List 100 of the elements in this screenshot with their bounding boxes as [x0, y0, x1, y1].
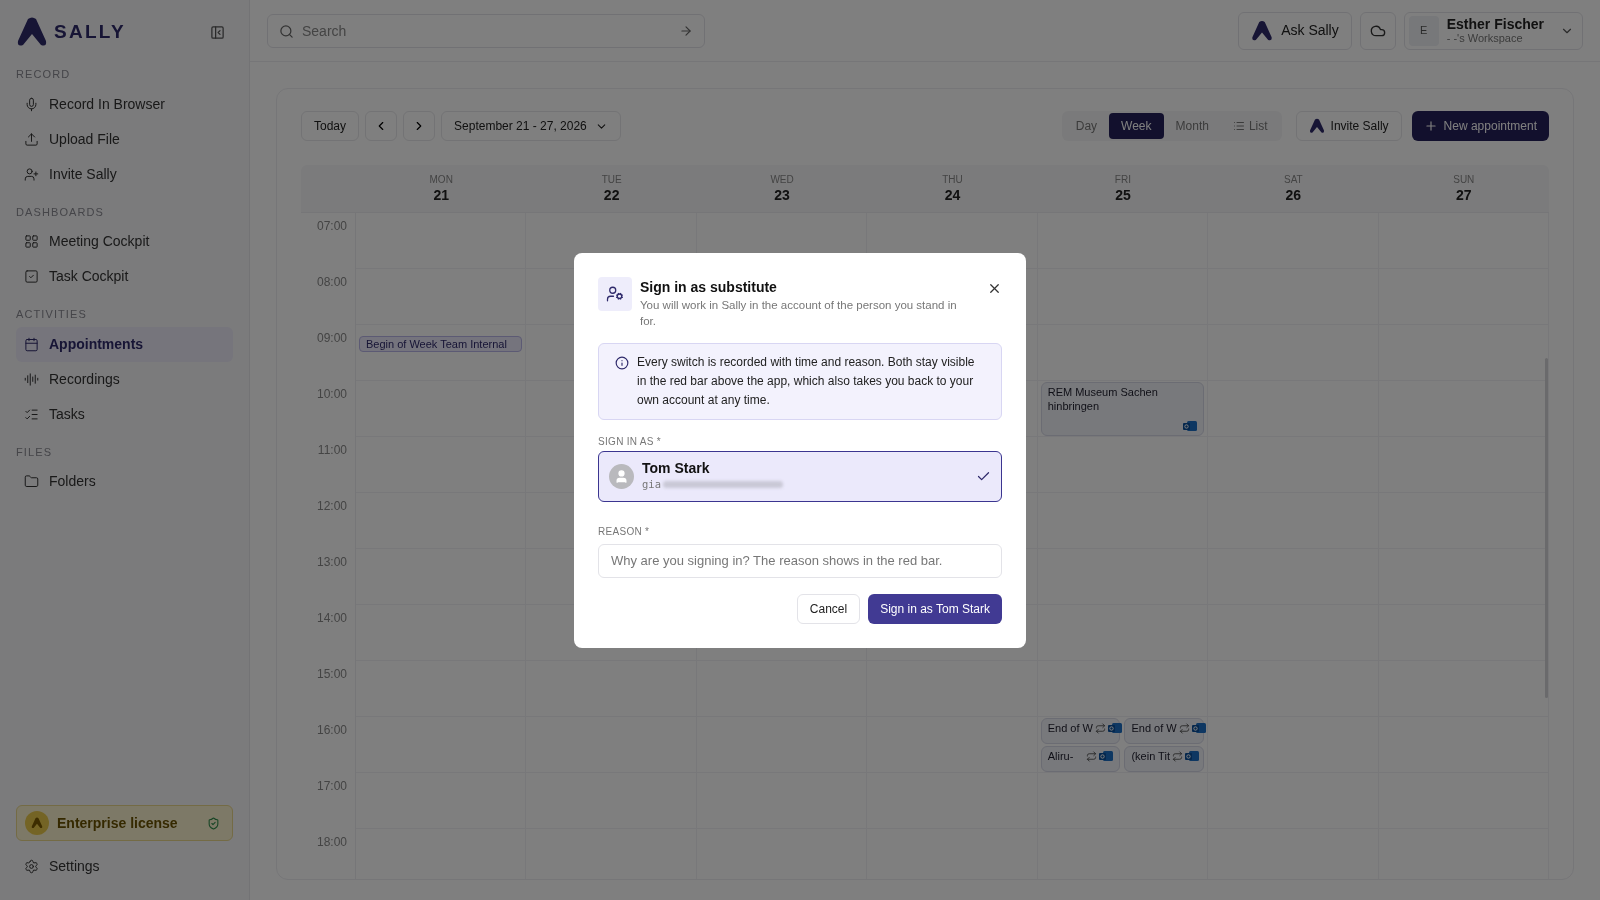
plus-icon [1423, 119, 1438, 133]
appointment-card[interactable]: End of W [1124, 718, 1205, 744]
date-number: 22 [603, 185, 620, 204]
hour-label: 14:00 [316, 610, 347, 625]
brand-name: SALLY [54, 19, 126, 44]
search-icon [279, 23, 294, 39]
folder-icon [24, 474, 39, 489]
cancel-button[interactable]: Cancel [796, 593, 861, 624]
date-number: 27 [1456, 185, 1472, 204]
sidebar-item[interactable]: Recordings [16, 361, 233, 397]
repeat-icon [1094, 722, 1106, 734]
appointment-title: End of W [1047, 721, 1093, 735]
field-label: SIGN IN AS * [598, 434, 663, 449]
appointment-title: REM Museum Sachen hinbringen [1047, 385, 1159, 413]
confirm-button[interactable]: Sign in as Tom Stark [868, 593, 1002, 624]
weekday-label: SAT [1284, 173, 1303, 186]
info-icon [615, 355, 629, 370]
person-name: Tom Stark [642, 460, 711, 476]
calendar-icon [24, 336, 39, 352]
sidebar-item[interactable]: Record In Browser [16, 86, 233, 122]
appointment-card[interactable]: Aliru- [1040, 746, 1121, 772]
mail-app-icon [1107, 722, 1122, 734]
appointment-card[interactable]: (kein Tit [1124, 746, 1205, 772]
settings-icon [24, 859, 39, 874]
cloud-button[interactable] [1359, 11, 1396, 50]
hour-label: 16:00 [316, 722, 347, 737]
field-label: REASON * [598, 524, 651, 539]
hour-label: 10:00 [316, 386, 347, 401]
sidebar-item[interactable]: Upload File [16, 121, 233, 157]
arrow-right-icon [679, 23, 693, 38]
hour-label: 07:00 [316, 218, 347, 233]
person-email: gia [642, 477, 661, 492]
weekday-label: SUN [1453, 173, 1475, 186]
hour-label: 17:00 [316, 778, 347, 793]
settings-item[interactable]: Settings [16, 849, 233, 884]
date-number: 25 [1115, 185, 1131, 204]
appointment-pill[interactable]: Begin of Week Team Internal [359, 335, 523, 352]
user-settings-icon [598, 276, 632, 311]
sidebar-item[interactable]: Invite Sally [16, 156, 233, 192]
hour-label: 12:00 [316, 498, 347, 513]
view-tab[interactable]: Month [1163, 113, 1221, 139]
date-number: 24 [944, 185, 961, 204]
upload-icon [24, 131, 39, 147]
shield-check-icon [207, 816, 220, 830]
hour-label: 09:00 [316, 330, 347, 345]
view-tab[interactable]: List [1220, 113, 1280, 139]
view-tab[interactable]: Week [1109, 113, 1164, 139]
invite-sally-button[interactable]: Invite Sally [1295, 111, 1402, 141]
date-range-dropdown[interactable]: September 21 - 27, 2026 [441, 111, 621, 141]
sidebar-item[interactable]: Appointments [16, 326, 233, 362]
date-number: 21 [433, 185, 449, 204]
license-label: Enterprise license [57, 813, 178, 833]
hour-label: 11:00 [317, 442, 347, 457]
today-button[interactable]: Today [301, 111, 360, 141]
weekday-label: THU [942, 173, 963, 186]
microphone-icon [24, 96, 39, 112]
checklist-icon [24, 406, 39, 422]
hour-label: 08:00 [316, 274, 347, 289]
collapse-sidebar-icon[interactable] [210, 24, 225, 40]
logo-icon [1251, 19, 1274, 42]
license-logo-icon [25, 811, 49, 835]
reason-field[interactable]: Why are you signing in? The reason shows in the red bar. [598, 543, 1002, 578]
view-tab[interactable]: Day [1063, 113, 1110, 139]
avatar: E [1408, 15, 1439, 46]
new-appointment-button[interactable]: New appointment [1411, 111, 1549, 141]
date-number: 23 [774, 185, 790, 204]
sidebar-item[interactable]: Task Cockpit [16, 259, 233, 294]
weekday-label: WED [770, 173, 794, 186]
appointment-title: (kein Tit [1131, 749, 1170, 763]
weekday-label: FRI [1114, 173, 1131, 186]
account-menu[interactable]: E Esther Fischer - -'s Workspace [1403, 11, 1583, 50]
list-icon [1232, 120, 1245, 132]
grid-icon [24, 234, 39, 249]
sidebar-item[interactable]: Folders [16, 464, 233, 499]
mail-app-icon [1183, 420, 1198, 432]
mail-app-icon [1184, 750, 1199, 762]
logo-icon [1308, 118, 1325, 134]
user-plus-icon [24, 166, 39, 182]
sidebar-item[interactable]: Meeting Cockpit [16, 224, 233, 259]
search-field[interactable]: Search [267, 13, 705, 48]
checkbox-icon [24, 269, 39, 284]
logo-icon [16, 16, 48, 48]
person-option[interactable]: Tom Stark gia [598, 450, 1002, 502]
appointment-card[interactable]: End of W [1040, 718, 1121, 744]
user-name: Esther Fischer [1446, 16, 1544, 31]
hour-label: 18:00 [316, 834, 347, 849]
mail-app-icon [1099, 750, 1114, 762]
avatar-icon [609, 463, 634, 489]
ask-sally-button[interactable]: Ask Sally [1238, 11, 1352, 50]
sidebar-item[interactable]: Tasks [16, 396, 233, 432]
dialog-title: Sign in as substitute [640, 277, 778, 297]
appointment-card[interactable]: REM Museum Sachen hinbringen [1040, 382, 1205, 436]
mail-app-icon [1191, 722, 1206, 734]
hour-label: 13:00 [316, 554, 347, 569]
repeat-icon [1086, 750, 1098, 762]
date-number: 26 [1285, 185, 1302, 204]
audio-wave-icon [24, 371, 39, 387]
hour-label: 15:00 [316, 666, 347, 681]
weekday-label: TUE [601, 173, 622, 186]
license-badge[interactable]: Enterprise license [16, 805, 233, 841]
